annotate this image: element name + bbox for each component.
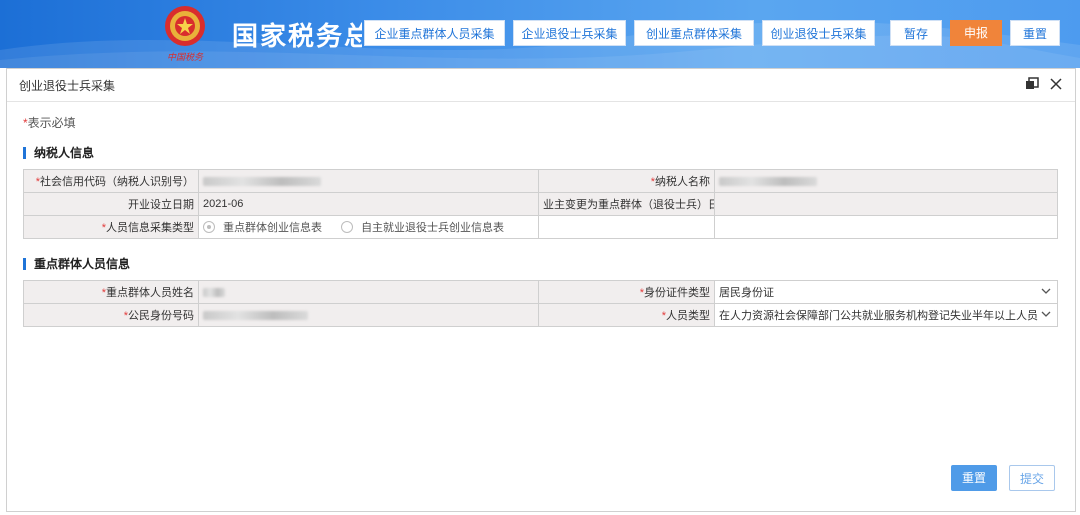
table-row: 开业设立日期 2021-06 业主变更为重点群体（退役士兵）日期: [23, 192, 1058, 216]
chevron-down-icon: [1041, 311, 1051, 317]
collect-type-radio-group: 重点群体创业信息表 自主就业退役士兵创业信息表: [198, 215, 539, 239]
radio-key-group-startup[interactable]: [203, 221, 215, 233]
top-tab-bar: 企业重点群体人员采集 企业退役士兵采集 创业重点群体采集 创业退役士兵采集: [364, 20, 883, 46]
table-row: *重点群体人员姓名 *身份证件类型 居民身份证: [23, 280, 1058, 304]
radio-label-self-employed-veteran: 自主就业退役士兵创业信息表: [361, 222, 505, 234]
person-type-select[interactable]: 在人力资源社会保障部门公共就业服务机构登记失业半年以上人员: [714, 303, 1058, 327]
taxpayer-section-title: 纳税人信息: [23, 147, 94, 159]
credit-code-field: [198, 169, 539, 193]
id-number-label: *公民身份号码: [23, 303, 199, 327]
tab-startup-veteran[interactable]: 创业退役士兵采集: [762, 20, 875, 46]
close-icon[interactable]: [1049, 77, 1063, 91]
person-type-label: *人员类型: [538, 303, 715, 327]
declare-button[interactable]: 申报: [950, 20, 1002, 46]
reset-button[interactable]: 重置: [951, 465, 997, 491]
taxpayer-info-table: *社会信用代码（纳税人识别号） *纳税人名称 开业设立日期 2021-06 业主…: [23, 169, 1058, 239]
taxpayer-name-field: [714, 169, 1058, 193]
table-row: *人员信息采集类型 重点群体创业信息表 自主就业退役士兵创业信息表: [23, 215, 1058, 239]
chevron-down-icon: [1041, 288, 1051, 294]
open-date-label: 开业设立日期: [23, 192, 199, 216]
startup-veteran-dialog: 创业退役士兵采集 *表示必填 纳税人信息 *社会信用代码（纳税人识别号） *纳税…: [6, 68, 1076, 512]
tab-enterprise-veteran[interactable]: 企业退役士兵采集: [513, 20, 626, 46]
save-draft-button[interactable]: 暂存: [890, 20, 942, 46]
person-section-title: 重点群体人员信息: [23, 258, 130, 270]
taxpayer-name-label: *纳税人名称: [538, 169, 715, 193]
radio-label-key-group-startup: 重点群体创业信息表: [223, 222, 322, 234]
collect-type-label: *人员信息采集类型: [23, 215, 199, 239]
open-date-value: 2021-06: [198, 192, 539, 216]
emblem-caption: 中国税务: [167, 52, 204, 63]
id-number-field[interactable]: [198, 303, 539, 327]
table-row: *公民身份号码 *人员类型 在人力资源社会保障部门公共就业服务机构登记失业半年以…: [23, 303, 1058, 327]
submit-button[interactable]: 提交: [1009, 465, 1055, 491]
header-banner: 中国税务 国家税务总局 企业重点群体人员采集 企业退役士兵采集 创业重点群体采集…: [0, 0, 1080, 68]
person-type-value: 在人力资源社会保障部门公共就业服务机构登记失业半年以上人员: [719, 310, 1038, 322]
person-info-table: *重点群体人员姓名 *身份证件类型 居民身份证 *公民身份号码 *人员类型 在人…: [23, 280, 1058, 327]
dialog-header: 创业退役士兵采集: [7, 69, 1075, 102]
empty-cell: [538, 215, 715, 239]
top-reset-button[interactable]: 重置: [1010, 20, 1060, 46]
required-note: *表示必填: [23, 116, 76, 130]
empty-cell: [714, 215, 1058, 239]
tax-emblem-icon: 中国税务: [165, 6, 205, 63]
tab-startup-key-group[interactable]: 创业重点群体采集: [634, 20, 754, 46]
id-type-value: 居民身份证: [719, 287, 774, 299]
dialog-title: 创业退役士兵采集: [19, 78, 116, 93]
id-type-label: *身份证件类型: [538, 280, 715, 304]
person-name-field[interactable]: [198, 280, 539, 304]
table-row: *社会信用代码（纳税人识别号） *纳税人名称: [23, 169, 1058, 193]
owner-change-date-field: [714, 192, 1058, 216]
radio-self-employed-veteran[interactable]: [341, 221, 354, 233]
restore-window-icon[interactable]: [1025, 77, 1039, 91]
site-title: 国家税务总局: [232, 22, 362, 52]
tab-enterprise-key-group[interactable]: 企业重点群体人员采集: [364, 20, 505, 46]
credit-code-label: *社会信用代码（纳税人识别号）: [23, 169, 199, 193]
person-name-label: *重点群体人员姓名: [23, 280, 199, 304]
id-type-select[interactable]: 居民身份证: [714, 280, 1058, 304]
owner-change-date-label: 业主变更为重点群体（退役士兵）日期: [538, 192, 715, 216]
